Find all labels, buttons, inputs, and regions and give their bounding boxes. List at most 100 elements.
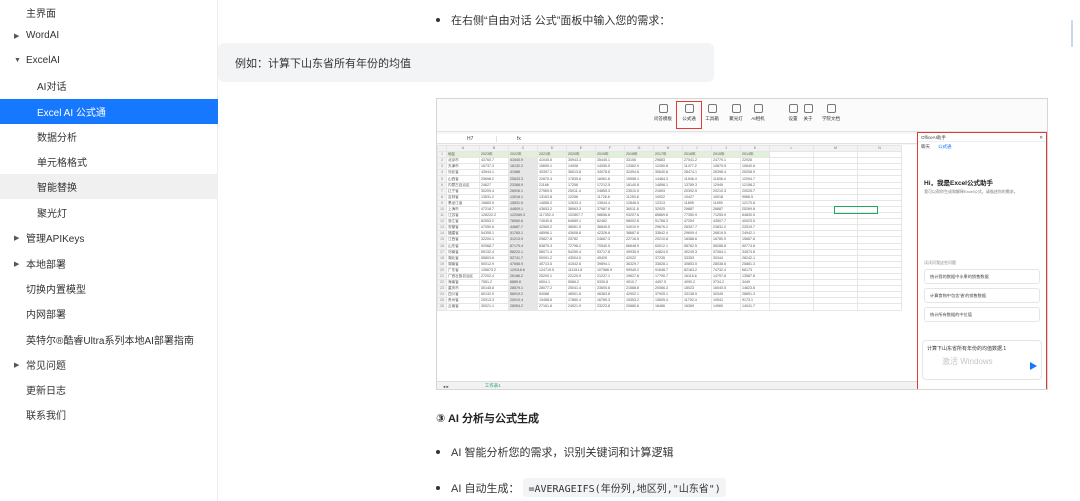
bullet-dot [436, 18, 440, 22]
chevron-down-icon: ▼ [14, 57, 21, 64]
sidebar-item[interactable]: ▶ 常见问题 [0, 352, 218, 377]
bullet-dot [436, 485, 440, 490]
sidebar-item-label: 管理APIKeys [26, 234, 85, 245]
sidebar-item-label: 联系我们 [26, 411, 66, 422]
sidebar-item[interactable]: 内网部署 [0, 301, 218, 326]
sidebar-item[interactable]: ▶ 管理APIKeys [0, 225, 218, 250]
ribbon-button-label: 工具箱 [705, 116, 719, 121]
sidebar-item[interactable]: 更新日志 [0, 377, 218, 402]
sidebar-item-label: 数据分析 [37, 133, 77, 144]
sidebar-item-label: 更新日志 [26, 386, 66, 397]
sidebar-item-label: 切换内置模型 [26, 285, 86, 296]
assistant-header: OfficeAI助手 ✕ [918, 133, 1046, 142]
ribbon-button-label: 学院文档 [822, 116, 840, 121]
sidebar-item[interactable]: ▶ 本地部署 [0, 251, 218, 276]
bullet-dot [436, 450, 440, 454]
empty-cell [769, 303, 814, 311]
data-cell: 16369 [682, 303, 712, 311]
sidebar-item[interactable]: 智能替换 [0, 174, 218, 199]
ribbon-icon [753, 104, 763, 113]
sidebar-item[interactable]: 聚光灯 [0, 200, 218, 225]
sidebar-item-label: 内网部署 [26, 310, 66, 321]
section-title: ③ AI 分析与公式生成 [436, 413, 540, 425]
assistant-greeting: Hi，我是Excel公式助手 [924, 180, 993, 187]
selected-cell-box [834, 206, 878, 214]
ribbon-button: 工具箱 [700, 102, 724, 128]
ribbon-button-label: 聚光灯 [729, 116, 743, 121]
data-cell: 20880.6 [624, 303, 654, 311]
spreadsheet-grid: A B C D E F G H I J K L M N 1 地区 2023年 2022年 2021年 2020年 201… [437, 144, 917, 381]
ribbon-toolbar: 问答模板 公式通 工具箱 聚光灯 AI相机 设置 关于 学院文档 [437, 99, 1047, 132]
chevron-right-icon: ▶ [14, 32, 20, 40]
ribbon-button: AI相机 [746, 102, 770, 128]
sidebar-item[interactable]: 联系我们 [0, 402, 218, 427]
sidebar-item-label: ExcelAI [26, 55, 60, 66]
sidebar-item-label: Excel AI 公式通 [37, 108, 106, 119]
example-text: 例如：计算下山东省所有年份的均值 [235, 57, 411, 70]
chevron-right-icon: ▶ [14, 234, 20, 242]
assistant-title: OfficeAI助手 [921, 135, 946, 140]
assistant-panel: OfficeAI助手 ✕ 聊天 公式通 Hi，我是Excel公式助手 我可以帮你… [917, 132, 1047, 389]
bullet-generate: AI 自动生成： =AVERAGEIFS(年份列,地区列,"山东省") [436, 478, 726, 497]
ribbon-button-label: 公式通 [682, 116, 696, 121]
sidebar-item[interactable]: ▼ ExcelAI [0, 48, 218, 73]
sidebar-item[interactable]: 数据分析 [0, 124, 218, 149]
ribbon-button: 学院文档 [819, 102, 843, 128]
empty-cell [813, 303, 858, 311]
ribbon-button: 问答模板 [651, 102, 675, 128]
try-label: 试试问我这些问题 [924, 260, 956, 265]
send-icon [1030, 362, 1037, 370]
sidebar-item[interactable]: 单元格格式 [0, 149, 218, 174]
formula-code: =AVERAGEIFS(年份列,地区列,"山东省") [523, 478, 726, 497]
sidebar-item[interactable]: ▶ WordAI [0, 23, 218, 48]
sidebar-item-label: AI对话 [37, 82, 67, 93]
example-box: 例如：计算下山东省所有年份的均值 [218, 43, 714, 82]
ribbon-button: 公式通 [676, 101, 702, 129]
sheet-tab: 工作表1 [484, 383, 501, 388]
step-text: 在右侧“自由对话 公式”面板中输入您的需求： [451, 15, 671, 27]
sidebar-item-label: 单元格格式 [37, 158, 87, 169]
data-cell: 云南省 [446, 303, 480, 311]
data-cell: 14041.7 [740, 303, 770, 311]
ribbon-button-label: 关于 [803, 116, 813, 121]
close-icon: ✕ [1039, 135, 1043, 140]
data-cell: 30021.1 [479, 303, 509, 311]
sidebar-item[interactable]: 切换内置模型 [0, 276, 218, 301]
sidebar-item[interactable]: 主界面 [0, 0, 218, 25]
data-cell: 14960 [711, 303, 741, 311]
scrollbar-thumb[interactable] [1071, 20, 1073, 47]
ribbon-icon [803, 104, 813, 113]
sidebar-item[interactable]: Excel AI 公式通 [0, 99, 218, 124]
ribbon-button: 关于 [796, 102, 820, 128]
sidebar-item-label: 主界面 [26, 9, 56, 20]
grid-table: A B C D E F G H I J K L M N 1 地区 2023年 2022年 2021年 2020年 201… [437, 144, 902, 311]
ribbon-button: 聚光灯 [724, 102, 748, 128]
ribbon-icon [707, 104, 717, 113]
bullet-analyze-text: AI 智能分析您的需求，识别关键词和计算逻辑 [451, 447, 674, 459]
sidebar-item[interactable]: 英特尔®酷睿Ultra系列本地AI部署指南 [0, 327, 218, 352]
table-row: 26 云南省 30021.1 28954.2 27161.6 24521.9 23223.8… [437, 303, 902, 311]
bullet-analyze: AI 智能分析您的需求，识别关键词和计算逻辑 [436, 444, 673, 460]
data-cell: 24521.9 [566, 303, 596, 311]
embedded-screenshot: 问答模板 公式通 工具箱 聚光灯 AI相机 设置 关于 学院文档 H7 fx ABCDEFGH… [436, 98, 1048, 390]
suggestion-2: 计算食物中包含'香'的销售数据 [924, 288, 1040, 303]
ribbon-icon [731, 104, 741, 113]
ribbon-button-label: 问答模板 [654, 116, 672, 121]
sidebar-item[interactable]: AI对话 [0, 73, 218, 98]
chevron-right-icon: ▶ [14, 361, 20, 369]
assistant-tab-chat: 聊天 [921, 144, 930, 149]
empty-cell [857, 303, 902, 311]
fx-label: fx [517, 135, 521, 142]
assistant-greeting-sub: 我可以帮你生成和解释Excel公式，请描述你的需求。 [924, 189, 1018, 194]
bullet-generate-label: AI 自动生成： [451, 482, 520, 495]
sidebar-item-label: 聚光灯 [37, 209, 67, 220]
suggestion-3: 统计所有数据的中位值 [924, 307, 1040, 322]
ribbon-icon [658, 104, 668, 113]
row-number: 26 [437, 303, 447, 311]
ribbon-icon [826, 104, 836, 113]
data-cell: 23223.8 [595, 303, 625, 311]
sidebar-nav: 主界面 ▶ WordAI ▼ ExcelAI AI对话 Excel AI 公式通 数据分析单元… [0, 0, 218, 501]
sidebar-item-label: 本地部署 [26, 260, 66, 271]
cell-ref: H7 [437, 135, 497, 142]
sidebar-item-label: WordAI [26, 30, 60, 41]
